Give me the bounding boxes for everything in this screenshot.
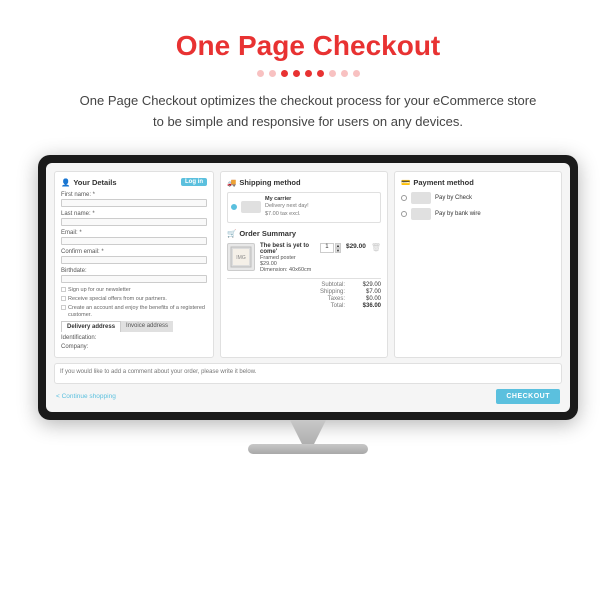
product-details: The best is yet to come' Framed poster $… [260,243,315,273]
checkout-button[interactable]: CheCKout [496,389,560,404]
qty-arrows: ▲ ▼ [335,243,341,253]
order-summary-section: 🛒 Order Summary IMG [227,229,381,309]
last-name-field: Last name: * [61,211,207,226]
product-image: IMG [227,243,255,271]
dot-4 [293,70,300,77]
qty-down[interactable]: ▼ [335,248,341,253]
dot-9 [353,70,360,77]
offers-checkbox-row: Receive special offers from our partners… [61,296,207,303]
wire-icon [411,208,431,220]
carrier-icon [241,201,261,213]
quantity-input[interactable]: 1 [320,243,334,253]
pay-wire-radio[interactable] [401,211,407,217]
dot-3 [281,70,288,77]
invoice-address-tab[interactable]: Invoice address [121,321,173,332]
comment-text: If you would like to add a comment about… [60,369,556,375]
checkout-main-grid: 👤 Your Details Log in First name: * Last… [54,171,562,359]
identification-row: Identification: [61,335,207,341]
svg-text:IMG: IMG [236,255,246,261]
shipping-radio-selected[interactable] [231,204,237,210]
order-item: IMG The best is yet to come' Framed post… [227,243,381,273]
monitor-base [248,444,368,454]
grand-total-row: Total: $36.00 [227,303,381,309]
payment-icon: 💳 [401,178,410,187]
birthdate-input[interactable] [61,275,207,283]
monitor-neck [278,420,338,444]
check-icon [411,192,431,204]
dot-2 [269,70,276,77]
dot-7 [329,70,336,77]
birthdate-field: Birthdate: [61,268,207,283]
email-field: Email: * [61,230,207,245]
account-checkbox[interactable] [61,305,66,310]
delivery-tabs: Delivery address Invoice address [61,321,207,332]
dot-6 [317,70,324,77]
payment-method-title: 💳 Payment method [401,178,555,187]
screen-inner: 👤 Your Details Log in First name: * Last… [46,163,570,413]
pay-by-check-option[interactable]: Pay by Check [401,192,555,204]
order-summary-title: 🛒 Order Summary [227,229,381,238]
dots-divider [257,70,360,77]
delivery-address-tab[interactable]: Delivery address [61,321,121,332]
shipping-row: Shipping: $7.00 [227,289,381,295]
cart-icon: 🛒 [227,229,236,238]
page-title: One Page Checkout [176,30,441,62]
first-name-field: First name: * [61,192,207,207]
email-input[interactable] [61,237,207,245]
shipping-option-carrier[interactable]: My carrier Delivery next day! $7.00 tax … [227,192,381,223]
continue-shopping-link[interactable]: < Continue shopping [56,393,116,400]
newsletter-checkbox[interactable] [61,287,66,292]
shipping-info: My carrier Delivery next day! $7.00 tax … [265,196,309,219]
pay-check-radio[interactable] [401,195,407,201]
comment-section: If you would like to add a comment about… [54,363,562,384]
dot-1 [257,70,264,77]
dot-8 [341,70,348,77]
shipping-method-panel: 🚚 Shipping method My carrier Delivery ne… [220,171,388,359]
monitor-wrapper: 👤 Your Details Log in First name: * Last… [20,155,596,455]
order-totals: Subtotal: $29.00 Shipping: $7.00 Taxes: … [227,278,381,309]
monitor-screen: 👤 Your Details Log in First name: * Last… [38,155,578,421]
your-details-panel: 👤 Your Details Log in First name: * Last… [54,171,214,359]
first-name-input[interactable] [61,199,207,207]
quantity-box: 1 ▲ ▼ [320,243,341,253]
item-price: $29.00 [346,243,366,250]
checkout-footer: < Continue shopping CheCKout [54,389,562,404]
dot-5 [305,70,312,77]
login-button[interactable]: Log in [181,178,207,186]
delete-icon[interactable]: 🗑 [371,243,381,252]
shipping-icon: 🚚 [227,178,236,187]
company-row: Company: [61,344,207,350]
subtitle: One Page Checkout optimizes the checkout… [80,91,537,133]
taxes-row: Taxes: $0.00 [227,296,381,302]
your-details-title: 👤 Your Details Log in [61,178,207,187]
pay-by-wire-option[interactable]: Pay by bank wire [401,208,555,220]
checkout-ui: 👤 Your Details Log in First name: * Last… [46,163,570,413]
last-name-input[interactable] [61,218,207,226]
payment-method-panel: 💳 Payment method Pay by Check Pay by ban… [394,171,562,359]
account-checkbox-row: Create an account and enjoy the benefits… [61,305,207,319]
offers-checkbox[interactable] [61,296,66,301]
person-icon: 👤 [61,178,70,187]
shipping-method-title: 🚚 Shipping method [227,178,381,187]
confirm-email-input[interactable] [61,256,207,264]
subtotal-row: Subtotal: $29.00 [227,282,381,288]
newsletter-checkbox-row: Sign up for our newsletter [61,287,207,294]
confirm-email-field: Confirm email: * [61,249,207,264]
